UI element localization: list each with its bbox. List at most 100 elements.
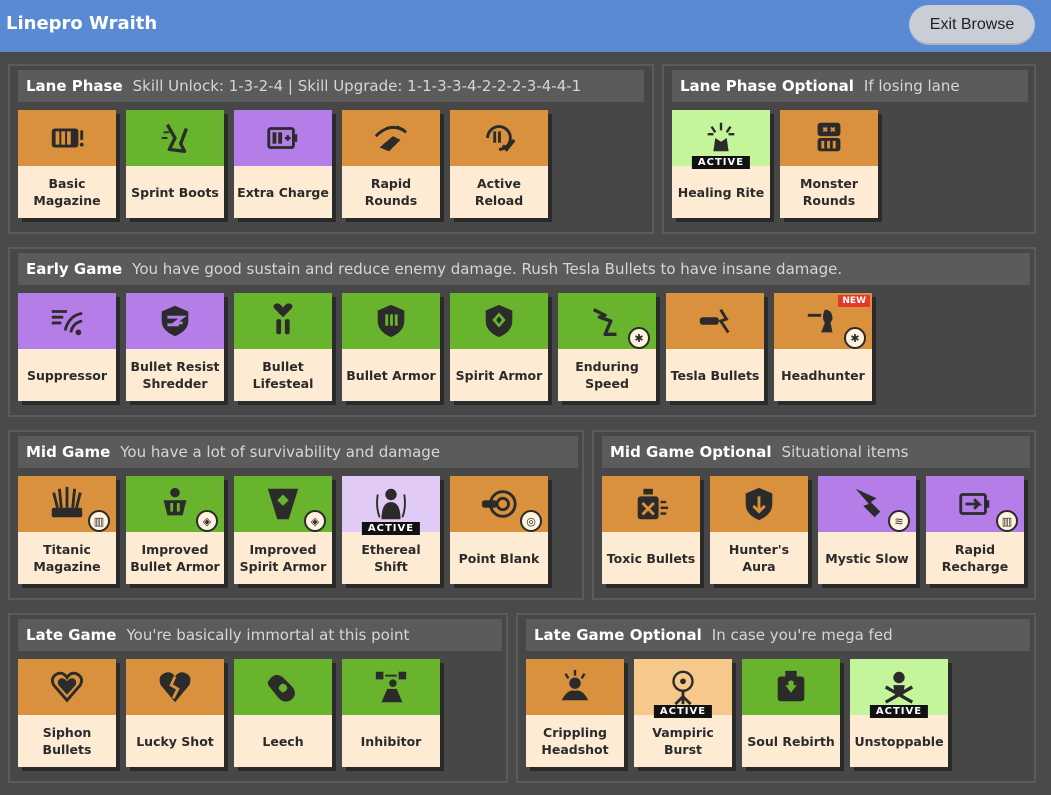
item-card-lucky-shot[interactable]: Lucky Shot bbox=[126, 659, 224, 767]
section-header: Late Game Optional In case you're mega f… bbox=[526, 619, 1030, 651]
item-name: Rapid Recharge bbox=[941, 542, 1009, 574]
reload-check-icon bbox=[486, 125, 516, 152]
section-mid-game-optional: Mid Game Optional Situational items Toxi… bbox=[592, 430, 1036, 600]
item-card-inhibitor[interactable]: Inhibitor bbox=[342, 659, 440, 767]
upgrade-badge-icon: ▥ bbox=[996, 510, 1018, 532]
item-card-toxic-bullets[interactable]: Toxic Bullets bbox=[602, 476, 700, 584]
item-name: Ethereal Shift bbox=[361, 542, 421, 574]
app-title: Linepro Wraith bbox=[6, 13, 158, 34]
item-name: Enduring Speed bbox=[575, 359, 639, 391]
section-late-game-optional: Late Game Optional In case you're mega f… bbox=[516, 613, 1036, 783]
active-badge: ACTIVE bbox=[361, 522, 421, 535]
item-card-mystic-slow[interactable]: ≋ Mystic Slow bbox=[818, 476, 916, 584]
item-card-leech[interactable]: Leech bbox=[234, 659, 332, 767]
magazine-icon bbox=[51, 128, 84, 148]
item-card-bullet-armor[interactable]: Bullet Armor bbox=[342, 293, 440, 401]
item-name: Improved Spirit Armor bbox=[239, 542, 327, 574]
section-header: Early Game You have good sustain and red… bbox=[18, 253, 1030, 285]
item-name: Suppressor bbox=[26, 367, 108, 383]
section-header: Mid Game You have a lot of survivability… bbox=[18, 436, 578, 468]
item-card-rapid-recharge[interactable]: ▥ Rapid Recharge bbox=[926, 476, 1024, 584]
upgrade-badge-icon: ≋ bbox=[888, 510, 910, 532]
item-name: Basic Magazine bbox=[33, 176, 101, 208]
item-card-improved-spirit-armor[interactable]: ◈ Improved Spirit Armor bbox=[234, 476, 332, 584]
shredder-shield-icon bbox=[161, 305, 189, 337]
item-card-improved-bullet-armor[interactable]: ◈ Improved Bullet Armor bbox=[126, 476, 224, 584]
section-lane-phase-optional: Lane Phase Optional If losing lane ACTIV… bbox=[662, 64, 1036, 234]
section-title: Late Game Optional bbox=[534, 626, 702, 644]
item-card-spirit-armor[interactable]: Spirit Armor bbox=[450, 293, 548, 401]
item-name: Inhibitor bbox=[360, 733, 422, 749]
bullet-shield-icon bbox=[377, 304, 405, 338]
item-card-enduring-speed[interactable]: ✱ Enduring Speed bbox=[558, 293, 656, 401]
item-card-point-blank[interactable]: ◎ Point Blank bbox=[450, 476, 548, 584]
item-card-titanic-magazine[interactable]: ▥ Titanic Magazine bbox=[18, 476, 116, 584]
item-card-monster-rounds[interactable]: Monster Rounds bbox=[780, 110, 878, 218]
spirit-shield-icon bbox=[485, 304, 513, 338]
section-subtitle: You're basically immortal at this point bbox=[126, 626, 410, 644]
suppressor-icon bbox=[51, 310, 83, 336]
item-name: Hunter's Aura bbox=[728, 542, 790, 574]
item-name: Soul Rebirth bbox=[747, 733, 835, 749]
exit-browse-button[interactable]: Exit Browse bbox=[909, 5, 1035, 45]
section-title: Lane Phase Optional bbox=[680, 77, 854, 95]
aura-shield-icon bbox=[745, 487, 773, 521]
upgrade-badge-icon: ◎ bbox=[520, 510, 542, 532]
section-early-game: Early Game You have good sustain and red… bbox=[8, 247, 1036, 417]
item-card-tesla-bullets[interactable]: Tesla Bullets bbox=[666, 293, 764, 401]
item-card-basic-magazine[interactable]: Basic Magazine bbox=[18, 110, 116, 218]
target-bullet-icon bbox=[481, 490, 517, 518]
leech-icon bbox=[267, 675, 295, 702]
active-badge: ACTIVE bbox=[869, 705, 929, 718]
section-title: Mid Game Optional bbox=[610, 443, 772, 461]
upgrade-badge-icon: ▥ bbox=[88, 510, 110, 532]
item-card-suppressor[interactable]: Suppressor bbox=[18, 293, 116, 401]
item-card-siphon-bullets[interactable]: Siphon Bullets bbox=[18, 659, 116, 767]
active-badge: ACTIVE bbox=[653, 705, 713, 718]
item-name: Rapid Rounds bbox=[364, 176, 418, 208]
item-name: Mystic Slow bbox=[825, 550, 909, 566]
upgrade-badge-icon: ✱ bbox=[628, 327, 650, 349]
item-card-rapid-rounds[interactable]: Rapid Rounds bbox=[342, 110, 440, 218]
item-card-crippling-headshot[interactable]: Crippling Headshot bbox=[526, 659, 624, 767]
monster-icon bbox=[817, 122, 841, 152]
item-name: Spirit Armor bbox=[455, 367, 543, 383]
upgrade-badge-icon: ◈ bbox=[196, 510, 218, 532]
siphon-heart-icon bbox=[51, 671, 83, 703]
item-name: Titanic Magazine bbox=[33, 542, 101, 574]
item-card-bullet-lifesteal[interactable]: Bullet Lifesteal bbox=[234, 293, 332, 401]
section-subtitle: You have a lot of survivability and dama… bbox=[120, 443, 441, 461]
item-card-ethereal-shift[interactable]: ACTIVE Ethereal Shift bbox=[342, 476, 440, 584]
item-card-extra-charge[interactable]: Extra Charge bbox=[234, 110, 332, 218]
section-subtitle: Skill Unlock: 1-3-2-4 | Skill Upgrade: 1… bbox=[132, 77, 582, 95]
rapid-rounds-icon bbox=[374, 125, 408, 152]
item-name: Headhunter bbox=[781, 367, 865, 383]
headhunter-icon bbox=[807, 309, 833, 333]
item-name: Extra Charge bbox=[237, 184, 329, 200]
item-name: Monster Rounds bbox=[800, 176, 858, 208]
section-header: Late Game You're basically immortal at t… bbox=[18, 619, 502, 651]
item-card-soul-rebirth[interactable]: Soul Rebirth bbox=[742, 659, 840, 767]
crippling-headshot-icon bbox=[561, 669, 589, 701]
item-card-active-reload[interactable]: Active Reload bbox=[450, 110, 548, 218]
winged-boot-icon bbox=[592, 308, 617, 336]
section-title: Early Game bbox=[26, 260, 123, 278]
section-late-game: Late Game You're basically immortal at t… bbox=[8, 613, 508, 783]
item-card-unstoppable[interactable]: ACTIVE Unstoppable bbox=[850, 659, 948, 767]
item-card-bullet-resist-shredder[interactable]: Bullet Resist Shredder bbox=[126, 293, 224, 401]
inhibitor-icon bbox=[375, 671, 407, 703]
healing-hand-icon bbox=[707, 122, 735, 152]
boots-icon bbox=[161, 123, 188, 153]
armored-figure-icon bbox=[163, 487, 187, 516]
item-card-headhunter[interactable]: NEW ✱ Headhunter bbox=[774, 293, 872, 401]
unstoppable-icon bbox=[884, 671, 914, 704]
item-name: Active Reload bbox=[474, 176, 524, 208]
titanic-magazine-icon bbox=[51, 486, 83, 518]
item-card-hunters-aura[interactable]: Hunter's Aura bbox=[710, 476, 808, 584]
vampiric-burst-icon bbox=[672, 670, 694, 706]
upgrade-badge-icon: ✱ bbox=[844, 327, 866, 349]
item-card-vampiric-burst[interactable]: ACTIVE Vampiric Burst bbox=[634, 659, 732, 767]
item-card-healing-rite[interactable]: ACTIVE Healing Rite bbox=[672, 110, 770, 218]
section-header: Mid Game Optional Situational items bbox=[602, 436, 1030, 468]
item-card-sprint-boots[interactable]: Sprint Boots bbox=[126, 110, 224, 218]
